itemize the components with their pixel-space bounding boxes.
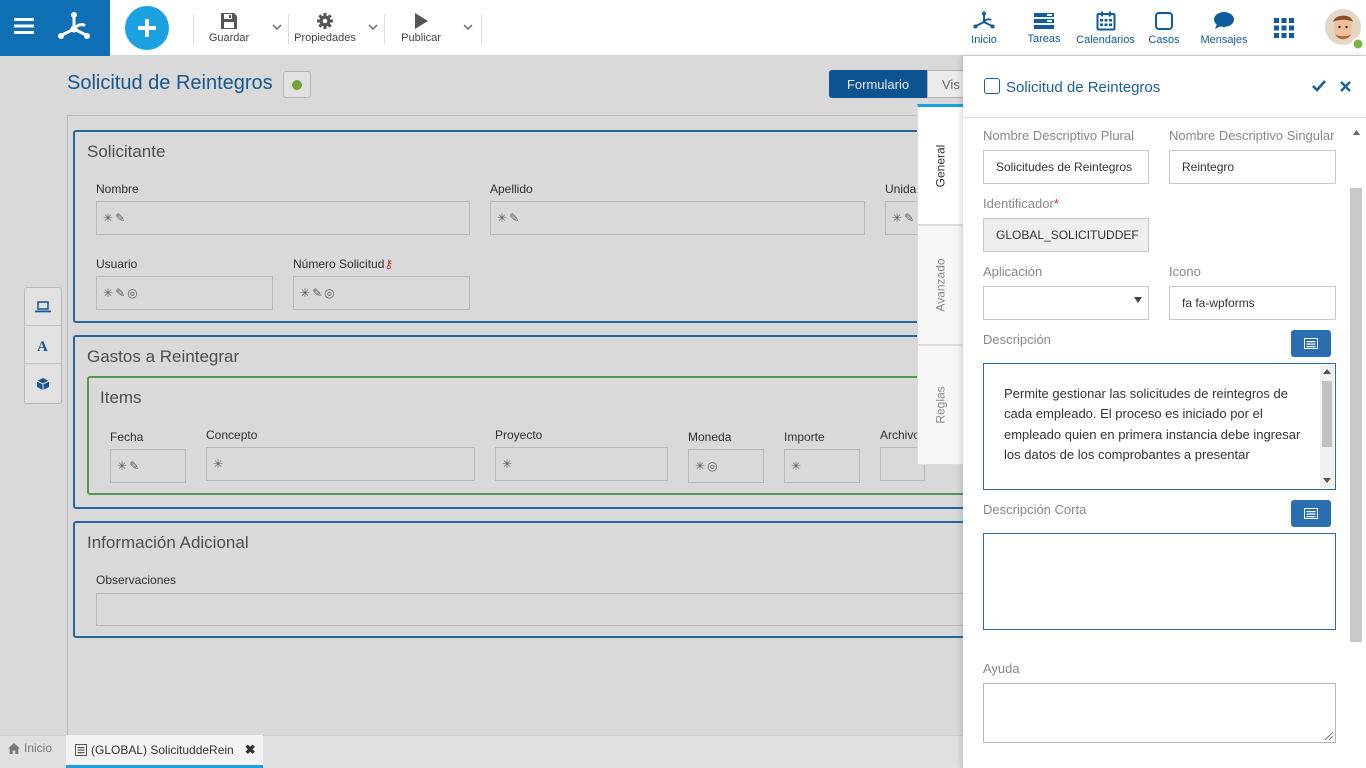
close-panel-icon[interactable]: [1340, 81, 1351, 92]
icon-label: Icono: [1169, 264, 1201, 279]
save-dropdown-chevron-icon[interactable]: [272, 22, 282, 32]
toolbar-separator: [384, 14, 385, 44]
apps-grid-icon[interactable]: [1274, 18, 1294, 38]
nav-casos-label: Casos: [1148, 33, 1180, 46]
publish-dropdown-chevron-icon[interactable]: [463, 22, 473, 32]
save-label: Guardar: [208, 32, 250, 44]
tab-general-label: General: [933, 144, 948, 187]
textarea-scrollbar[interactable]: [1320, 365, 1334, 488]
home-icon: [8, 742, 20, 754]
brand-area: [0, 0, 110, 56]
nav-calendarios-label: Calendarios: [1076, 33, 1135, 46]
toolbar-separator: [288, 14, 289, 44]
singular-name-label: Nombre Descriptivo Singular: [1169, 128, 1335, 143]
short-description-label: Descripción Corta: [983, 502, 1087, 517]
icon-input[interactable]: fa fa-wpforms: [1169, 286, 1336, 320]
nav-inicio[interactable]: Inicio: [964, 0, 1004, 56]
gear-icon: [317, 13, 333, 29]
properties-button[interactable]: Propiedades: [291, 0, 359, 56]
modal-overlay[interactable]: [0, 56, 963, 768]
bottom-tab-inicio-label: Inicio: [24, 741, 53, 755]
scroll-up-icon[interactable]: [1323, 369, 1331, 374]
short-description-textarea[interactable]: [983, 533, 1336, 630]
tab-reglas-label: Reglas: [933, 386, 948, 424]
identifier-label: Identificador*: [983, 196, 1059, 211]
nav-tareas-label: Tareas: [1027, 32, 1061, 45]
panel-scrollbar[interactable]: [1349, 126, 1363, 766]
tab-avanzado-label: Avanzado: [933, 258, 948, 312]
application-label: Aplicación: [983, 264, 1043, 279]
deyel-logo-icon: [973, 11, 995, 28]
nav-mensajes[interactable]: Mensajes: [1198, 0, 1250, 56]
play-icon: [415, 13, 428, 29]
publish-label: Publicar: [401, 32, 441, 44]
tab-reglas[interactable]: Reglas: [917, 345, 963, 465]
short-description-editor-button[interactable]: [1291, 500, 1331, 527]
nav-calendarios[interactable]: Calendarios: [1075, 0, 1136, 56]
tab-avanzado[interactable]: Avanzado: [917, 225, 963, 345]
properties-title: Solicitud de Reintegros: [1006, 79, 1161, 96]
scroll-thumb[interactable]: [1350, 188, 1362, 642]
resize-handle-icon[interactable]: [1325, 732, 1333, 740]
case-square-icon: [1155, 11, 1173, 30]
avatar[interactable]: [1324, 8, 1364, 50]
nav-mensajes-label: Mensajes: [1200, 33, 1248, 46]
identifier-input[interactable]: GLOBAL_SOLICITUDDEF: [983, 218, 1149, 252]
deyel-logo-icon[interactable]: [57, 11, 91, 43]
toolbar-separator: [193, 14, 194, 44]
application-select[interactable]: [983, 286, 1149, 320]
bottom-tab-form-label: (GLOBAL) SolicituddeRein: [91, 743, 234, 757]
nav-inicio-label: Inicio: [971, 33, 997, 46]
add-button[interactable]: [125, 6, 169, 50]
dropdown-arrow-icon: [1134, 297, 1142, 303]
required-asterisk: *: [1053, 196, 1059, 211]
identifier-label-text: Identificador: [983, 196, 1054, 211]
text-editor-icon: [1304, 508, 1318, 519]
properties-dropdown-chevron-icon[interactable]: [368, 22, 378, 32]
toolbar-separator: [481, 14, 482, 44]
scroll-up-icon[interactable]: [1353, 130, 1360, 135]
nav-casos[interactable]: Casos: [1146, 0, 1182, 56]
save-button[interactable]: Guardar: [204, 0, 254, 56]
confirm-check-icon[interactable]: [1312, 80, 1326, 92]
hamburger-menu-icon[interactable]: [14, 17, 34, 35]
properties-label: Propiedades: [294, 32, 356, 44]
entity-checkbox-icon[interactable]: [984, 78, 1000, 94]
close-tab-icon[interactable]: ✖: [245, 742, 256, 758]
tasks-list-icon: [1034, 12, 1054, 29]
scroll-down-icon[interactable]: [1323, 478, 1331, 483]
publish-button[interactable]: Publicar: [396, 0, 446, 56]
nav-tareas[interactable]: Tareas: [1022, 0, 1066, 56]
plus-icon: [138, 19, 156, 37]
calendar-icon: [1096, 11, 1115, 30]
bottom-tab-inicio[interactable]: Inicio: [8, 741, 52, 755]
floppy-disk-icon: [221, 13, 237, 29]
bottom-tab-form[interactable]: (GLOBAL) SolicituddeRein ✖: [66, 735, 263, 768]
text-editor-icon: [1304, 338, 1318, 349]
tab-general[interactable]: General: [917, 104, 963, 225]
scroll-thumb[interactable]: [1322, 381, 1332, 447]
help-label: Ayuda: [983, 661, 1020, 676]
plural-name-input[interactable]: Solicitudes de Reintegros: [983, 150, 1149, 184]
description-editor-button[interactable]: [1291, 330, 1331, 357]
chat-bubble-icon: [1214, 11, 1234, 29]
plural-name-label: Nombre Descriptivo Plural: [983, 128, 1134, 143]
help-textarea[interactable]: [983, 683, 1336, 743]
description-text: Permite gestionar las solicitudes de rei…: [1004, 386, 1301, 462]
singular-name-input[interactable]: Reintegro: [1169, 150, 1336, 184]
description-label: Descripción: [983, 332, 1051, 347]
form-list-icon: [75, 744, 87, 756]
